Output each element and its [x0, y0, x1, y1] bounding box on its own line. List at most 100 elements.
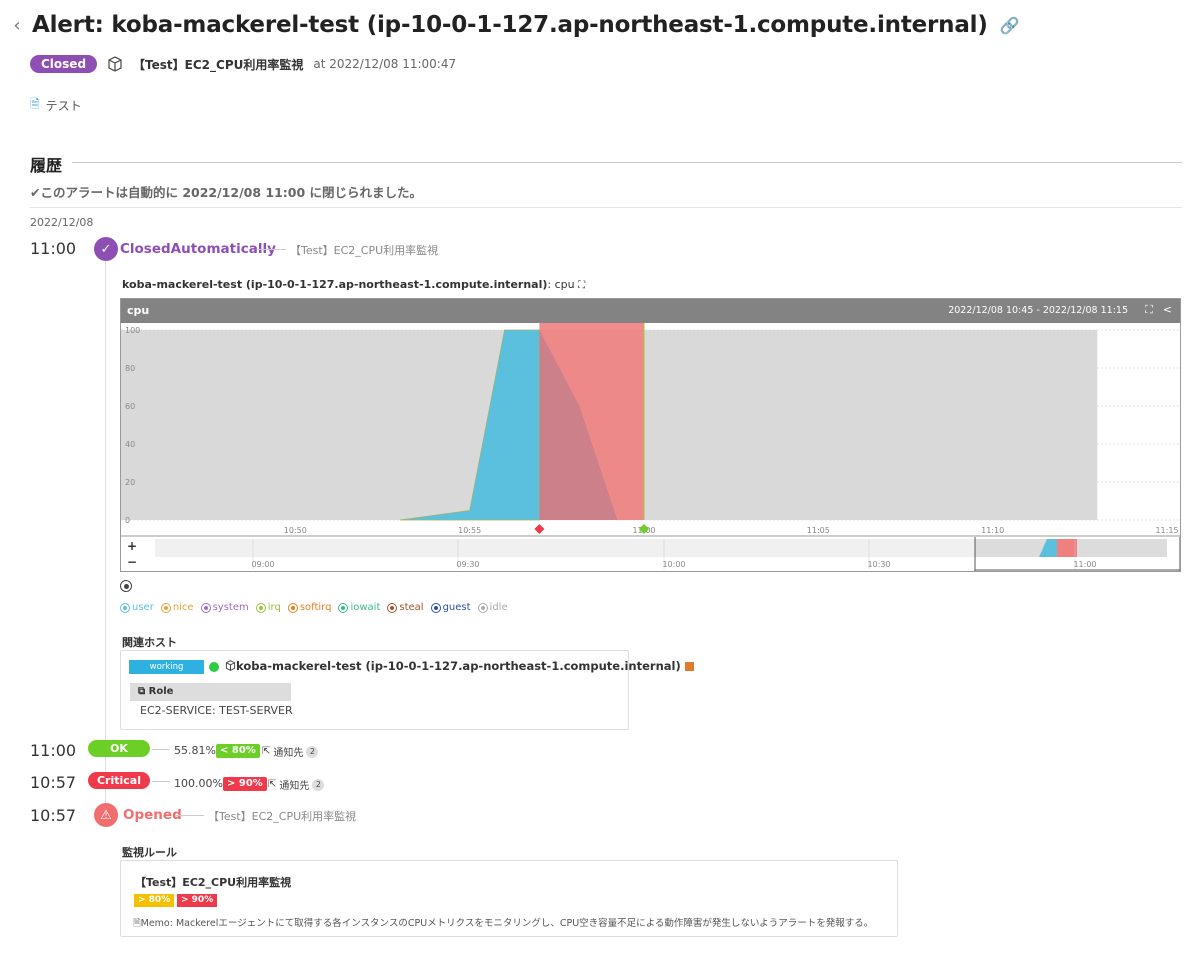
rule-memo: 🗎Memo: Mackerelエージェントにて取得する各インスタンスのCPUメト… — [133, 915, 873, 932]
legend-item-user[interactable]: user — [120, 602, 154, 613]
y-tick-label: 0 — [125, 516, 130, 525]
history-title: 履歴 — [30, 156, 63, 175]
event-dash — [152, 749, 170, 750]
back-chevron-icon[interactable]: ‹ — [10, 15, 24, 36]
event-dash — [258, 249, 286, 250]
legend-radio — [120, 602, 130, 613]
legend-item-iowait[interactable]: iowait — [338, 602, 380, 613]
status-badge: Closed — [30, 55, 98, 73]
critical-threshold: > 90% — [177, 894, 218, 907]
legend-label: softirq — [299, 602, 332, 613]
event-time: 11:00 — [30, 741, 77, 760]
legend-label: steal — [399, 602, 424, 613]
legend-radio — [160, 602, 171, 613]
event-label-closed: ClosedAutomatically — [120, 241, 276, 257]
critical-pill: Critical — [88, 772, 150, 789]
event-monitor[interactable]: 【Test】EC2_CPU利用率監視 — [208, 808, 356, 824]
fullscreen-icon[interactable]: ⛶ — [578, 280, 585, 291]
divider — [30, 207, 1182, 208]
ok-pill: OK — [88, 740, 150, 757]
legend-item-steal[interactable]: steal — [387, 602, 424, 613]
x-tick-label: 11:15 — [1155, 526, 1178, 535]
expand-icon[interactable]: ⛶ — [1145, 303, 1153, 317]
event-dash — [152, 781, 170, 782]
warning-icon: ⚠ — [94, 803, 118, 827]
notify-label: 通知先 — [273, 748, 304, 759]
timeline-line — [105, 258, 106, 818]
check-circle-icon: ✓ — [94, 237, 118, 261]
legend-item-nice[interactable]: nice — [160, 602, 194, 613]
ok-value: 55.81% — [174, 744, 216, 757]
link-icon[interactable]: 🔗 — [1000, 16, 1020, 35]
legend-label: nice — [172, 602, 194, 613]
chart-legend: user nice system irq softirq iowait steal guest… — [120, 602, 508, 613]
notify-icon: ⇱ — [268, 779, 277, 790]
notify-count: 2 — [312, 778, 325, 791]
legend-radio — [287, 602, 298, 613]
graph-title: koba-mackerel-test (ip-10-0-1-127.ap-nor… — [122, 278, 585, 291]
event-label-opened: Opened — [123, 807, 182, 823]
notify-icon: ⇱ — [262, 746, 271, 757]
zoom-out-button[interactable]: − — [127, 555, 137, 569]
toggle-all-radio[interactable] — [120, 580, 132, 592]
opened-at: at 2022/12/08 11:00:47 — [313, 57, 457, 71]
y-tick-label: 60 — [125, 402, 135, 411]
legend-item-idle[interactable]: idle — [477, 602, 508, 613]
navigator-tick-label: 11:00 — [1073, 560, 1096, 569]
warning-threshold: > 80% — [134, 894, 175, 907]
chart-plot[interactable]: 0 20 40 60 80 100 10:50 10:55 11:00 11:05 11:10 11:… — [121, 323, 1180, 571]
role-value[interactable]: EC2-SERVICE: TEST-SERVER — [140, 704, 293, 717]
legend-label: user — [132, 602, 154, 613]
host-name[interactable]: koba-mackerel-test (ip-10-0-1-127.ap-nor… — [225, 659, 694, 673]
ok-threshold: < 80% — [216, 744, 260, 758]
history-date: 2022/12/08 — [30, 216, 94, 229]
y-tick-label: 20 — [125, 478, 135, 487]
navigator-alert — [1057, 539, 1077, 557]
y-tick-label: 80 — [125, 364, 135, 373]
legend-item-irq[interactable]: irq — [255, 602, 281, 613]
zoom-in-button[interactable]: + — [127, 539, 137, 553]
page-title: Alert: koba-mackerel-test (ip-10-0-1-127… — [32, 12, 988, 38]
event-monitor[interactable]: 【Test】EC2_CPU利用率監視 — [290, 242, 438, 258]
role-label: Role — [148, 686, 174, 697]
external-link-icon[interactable] — [684, 662, 694, 671]
notify-link[interactable]: ⇱ 通知先 2 — [268, 777, 325, 792]
x-tick-label: 11:10 — [981, 526, 1004, 535]
navigator-tick-label: 10:30 — [867, 560, 890, 569]
navigator-tick-label: 09:00 — [251, 560, 274, 569]
y-tick-label: 40 — [125, 440, 135, 449]
graph-metric: : cpu — [547, 278, 575, 291]
x-tick-label: 10:55 — [458, 526, 481, 535]
share-icon[interactable]: < — [1163, 303, 1172, 317]
legend-label: iowait — [350, 602, 381, 613]
legend-label: idle — [489, 602, 508, 613]
role-header: ⧉ Role — [130, 683, 291, 701]
notify-link[interactable]: ⇱ 通知先 2 — [262, 744, 319, 759]
rule-name[interactable]: 【Test】EC2_CPU利用率監視 — [135, 874, 291, 890]
navigator-tick-label: 09:30 — [456, 560, 479, 569]
document-icon: 🗎 — [30, 97, 40, 111]
memo-icon: 🗎 — [133, 918, 141, 929]
notify-label: 通知先 — [279, 781, 310, 792]
related-hosts-title: 関連ホスト — [122, 636, 177, 649]
legend-radio — [338, 602, 349, 613]
monitor-link[interactable]: 【Test】EC2_CPU利用率監視 — [133, 56, 303, 73]
legend-item-system[interactable]: system — [200, 602, 249, 613]
legend-item-softirq[interactable]: softirq — [287, 602, 332, 613]
host-card: working koba-mackerel-test (ip-10-0-1-12… — [120, 650, 694, 730]
host-status-badge: working — [129, 660, 204, 674]
chart-name: cpu — [127, 304, 150, 317]
legend-item-guest[interactable]: guest — [430, 602, 471, 613]
graph-host[interactable]: koba-mackerel-test (ip-10-0-1-127.ap-nor… — [122, 278, 547, 291]
host-cube-icon — [225, 660, 236, 671]
title-row: ‹ Alert: koba-mackerel-test (ip-10-0-1-1… — [10, 12, 1020, 38]
auto-closed-message: ✔このアラートは自動的に 2022/12/08 11:00 に閉じられました。 — [30, 185, 423, 200]
legend-radio — [430, 602, 441, 613]
notify-count: 2 — [306, 745, 319, 758]
alert-meta: Closed 【Test】EC2_CPU利用率監視 at 2022/12/08 … — [30, 55, 456, 73]
legend-label: guest — [442, 602, 471, 613]
chart-actions: ⛶ < — [1145, 303, 1172, 317]
event-time: 10:57 — [30, 806, 77, 825]
host-cube-icon — [108, 56, 122, 72]
critical-value: 100.00% — [174, 777, 223, 790]
